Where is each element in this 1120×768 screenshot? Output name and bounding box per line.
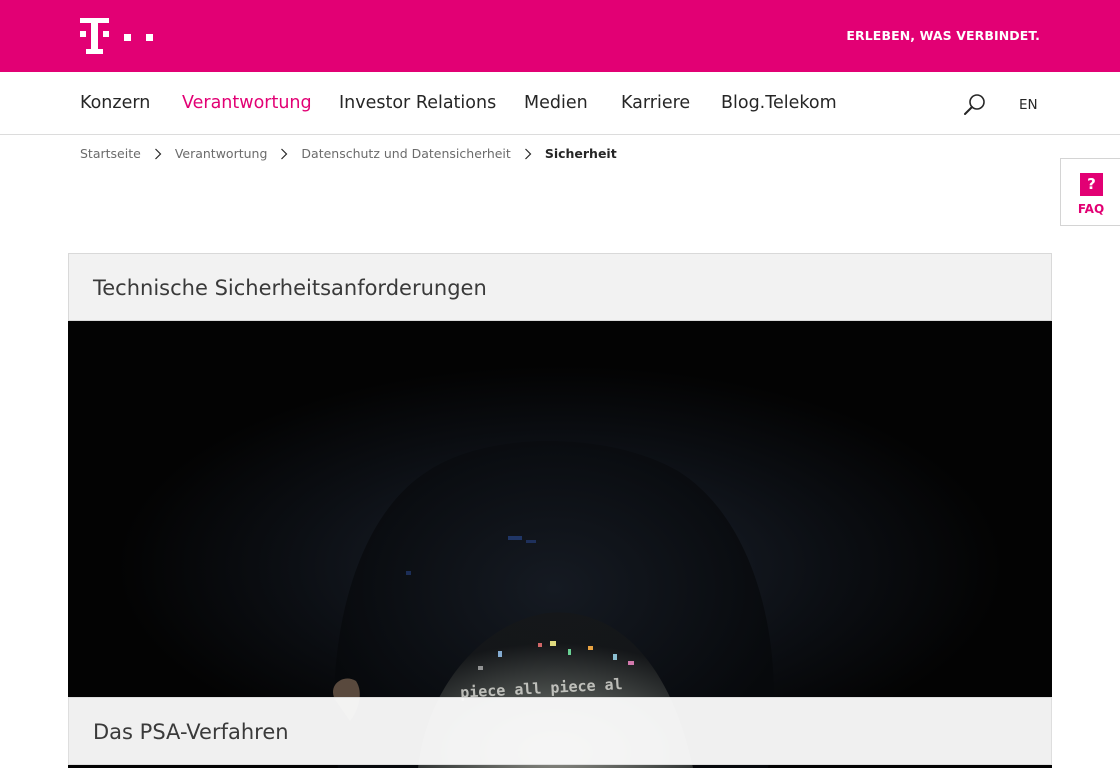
chevron-right-icon	[267, 146, 301, 161]
nav-item-karriere[interactable]: Karriere	[621, 93, 690, 113]
faq-label: FAQ	[1077, 202, 1105, 216]
chevron-right-icon	[141, 146, 175, 161]
breadcrumb: Startseite Verantwortung Datenschutz und…	[80, 144, 617, 162]
faq-tab[interactable]: ? FAQ	[1060, 158, 1120, 226]
brand-bar: ERLEBEN, WAS VERBINDET.	[0, 0, 1120, 72]
teaser-title: Das PSA-Verfahren	[93, 720, 289, 744]
question-mark-icon: ?	[1080, 173, 1103, 196]
chevron-right-icon	[511, 146, 545, 161]
telekom-t-logo-icon	[80, 18, 153, 54]
search-button[interactable]	[962, 92, 988, 118]
nav-item-blog-telekom[interactable]: Blog.Telekom	[721, 93, 837, 113]
content-module: Technische Sicherheitsanforderungen piec…	[68, 253, 1052, 768]
breadcrumb-item-startseite[interactable]: Startseite	[80, 146, 141, 161]
main-navigation: Konzern Verantwortung Investor Relations…	[0, 72, 1120, 135]
nav-item-verantwortung[interactable]: Verantwortung	[182, 93, 312, 113]
nav-item-konzern[interactable]: Konzern	[80, 93, 150, 113]
teaser-card[interactable]: Das PSA-Verfahren	[68, 697, 1052, 765]
search-icon	[964, 94, 985, 115]
module-title: Technische Sicherheitsanforderungen	[93, 276, 487, 300]
module-header: Technische Sicherheitsanforderungen	[68, 253, 1052, 321]
nav-item-medien[interactable]: Medien	[524, 93, 588, 113]
telekom-logo[interactable]	[80, 18, 156, 54]
breadcrumb-item-datenschutz[interactable]: Datenschutz und Datensicherheit	[301, 146, 510, 161]
breadcrumb-current: Sicherheit	[544, 145, 617, 161]
nav-item-investor-relations[interactable]: Investor Relations	[339, 93, 496, 113]
language-switch[interactable]: EN	[1019, 97, 1038, 113]
brand-claim: ERLEBEN, WAS VERBINDET.	[846, 28, 1040, 43]
breadcrumb-item-verantwortung[interactable]: Verantwortung	[175, 146, 268, 161]
